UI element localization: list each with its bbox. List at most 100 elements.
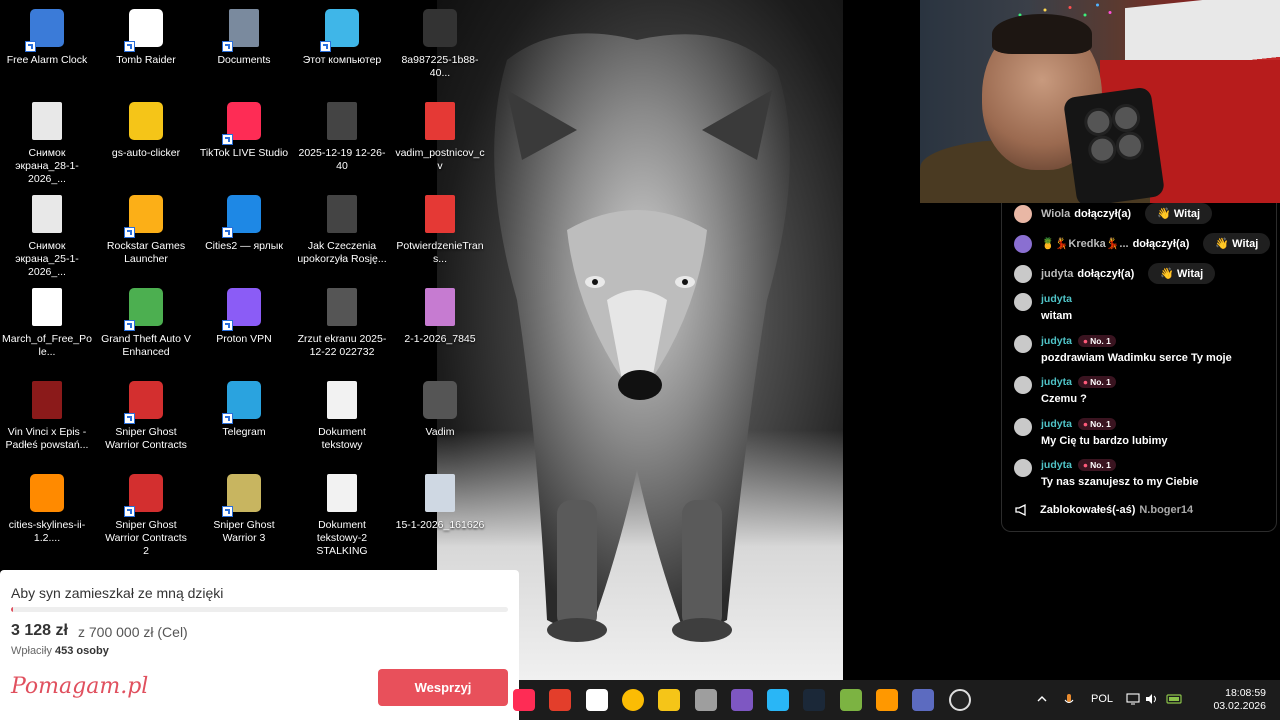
battery-icon[interactable] (1166, 693, 1184, 705)
desktop-icon-label: Jak Czeczenia upokorzyła Rosję... (297, 240, 387, 265)
teams-icon[interactable] (912, 689, 935, 711)
chat-join-row: 🍍💃Kredka💃... dołączył(a) 👋 Witaj (1014, 233, 1271, 254)
message-text: Czemu ? (1041, 393, 1087, 405)
microphone-icon[interactable] (1063, 693, 1075, 707)
desktop-icon-label: March_of_Free_Pole... (2, 333, 92, 358)
cities2-icon (222, 192, 266, 238)
video-file-icon (25, 378, 69, 422)
message-username[interactable]: judyta (1041, 459, 1072, 471)
blocked-notice: Zablokowałeś(-aś) N.boger14 (1014, 503, 1193, 517)
avatar (1014, 335, 1032, 353)
desktop-icon[interactable]: TikTok LIVE Studio (197, 95, 291, 160)
desktop-icon-label: Tomb Raider (116, 54, 176, 66)
desktop-icon-label: 8a987225-1b88-40... (401, 54, 479, 79)
desktop-icon-label: 2-1-2026_7845 (404, 333, 476, 345)
phone-image-icon (418, 6, 462, 50)
desktop-icon[interactable]: gs-auto-clicker (99, 95, 193, 160)
desktop-icon[interactable]: PotwierdzenieTrans... (393, 188, 487, 266)
fundraiser-title: Aby syn zamieszkał ze mną dzięki (11, 585, 224, 601)
desktop-icon[interactable]: Telegram (197, 374, 291, 439)
desktop-icon[interactable]: Sniper Ghost Warrior Contracts (99, 374, 193, 452)
steam-icon[interactable] (803, 689, 826, 711)
chrome-icon[interactable] (621, 689, 644, 711)
media-player-icon[interactable] (876, 689, 898, 711)
desktop-icon[interactable]: Rockstar Games Launcher (99, 188, 193, 266)
avatar (1014, 418, 1032, 436)
auto-clicker-icon[interactable] (658, 689, 681, 711)
desktop-icon[interactable]: Documents (197, 2, 291, 67)
desktop-icon[interactable]: Vadim (393, 374, 487, 439)
message-username[interactable]: judyta (1041, 293, 1072, 305)
desktop-icon[interactable]: Sniper Ghost Warrior 3 (197, 467, 291, 545)
message-text: pozdrawiam Wadimku serce Ty moje (1041, 352, 1232, 364)
desktop-icon-label: 15-1-2026_161626 (395, 519, 485, 531)
desktop-icon[interactable]: Tomb Raider (99, 2, 193, 67)
desktop-icon-label: Free Alarm Clock (6, 54, 88, 66)
desktop-icon[interactable]: Sniper Ghost Warrior Contracts 2 (99, 467, 193, 558)
desktop-icon-label: Vin Vinci x Epis - Padłeś powstań... (5, 426, 89, 451)
desktop-icon[interactable]: cities-skylines-ii-1.2.... (0, 467, 94, 545)
desktop-icon[interactable]: Vin Vinci x Epis - Padłeś powstań... (0, 374, 94, 452)
desktop-icon[interactable]: 15-1-2026_161626 (393, 467, 487, 532)
game-icon[interactable] (839, 689, 862, 711)
megaphone-icon (1015, 503, 1026, 517)
desktop-icon[interactable]: March_of_Free_Pole... (0, 281, 94, 359)
desktop-icon[interactable]: 2-1-2026_7845 (393, 281, 487, 346)
join-username[interactable]: judyta (1041, 268, 1073, 280)
wolf-image-icon (418, 378, 462, 422)
tiktok-live-studio-icon (222, 99, 266, 145)
desktop-icon[interactable]: vadim_postnicov_cv (393, 95, 487, 173)
blocked-username[interactable]: N.boger14 (1139, 504, 1193, 516)
desktop-icon[interactable]: Proton VPN (197, 281, 291, 346)
desktop-icon-label: TikTok LIVE Studio (199, 147, 289, 159)
shortcut-arrow-icon (222, 413, 233, 424)
message-text: My Cię tu bardzo lubimy (1041, 435, 1168, 447)
desktop-icon-label: Vadim (425, 426, 455, 438)
desktop-icon[interactable]: Grand Theft Auto V Enhanced (99, 281, 193, 359)
desktop-icon[interactable]: Этот компьютер (295, 2, 389, 67)
shortcut-arrow-icon (222, 506, 233, 517)
desktop-icon[interactable]: Dokument tekstowy (295, 374, 389, 452)
desktop-icon[interactable]: Снимок экрана_28-1-2026_... (0, 95, 94, 186)
join-username[interactable]: 🍍💃Kredka💃... (1041, 237, 1129, 250)
speaker-icon[interactable] (1145, 693, 1159, 705)
desktop-icon-label: 2025-12-19 12-26-40 (298, 147, 386, 172)
message-username[interactable]: judyta (1041, 335, 1072, 347)
desktop-icon[interactable]: Dokument tekstowy-2 STALKING (295, 467, 389, 558)
desktop-icon[interactable]: Jak Czeczenia upokorzyła Rosję... (295, 188, 389, 266)
obs-icon[interactable] (948, 689, 971, 711)
join-action: dołączył(a) (1074, 207, 1132, 220)
tiktok-icon[interactable] (513, 689, 535, 711)
sgw-contracts-2-icon (124, 471, 168, 517)
join-username[interactable]: Wiola (1041, 208, 1070, 220)
welcome-button[interactable]: 👋 Witaj (1203, 233, 1271, 254)
desktop-icon[interactable]: Zrzut ekranu 2025-12-22 022732 (295, 281, 389, 359)
message-username[interactable]: judyta (1041, 376, 1072, 388)
message-username[interactable]: judyta (1041, 418, 1072, 430)
gallery-icon[interactable] (730, 689, 753, 711)
desktop-icon[interactable]: 2025-12-19 12-26-40 (295, 95, 389, 173)
avatar (1014, 376, 1032, 394)
welcome-button[interactable]: 👋 Witaj (1145, 203, 1213, 224)
photos-icon[interactable] (767, 689, 790, 711)
welcome-button[interactable]: 👋 Witaj (1148, 263, 1216, 284)
taskbar-clock[interactable]: 18:08:59 03.02.2026 (1196, 687, 1266, 713)
chevron-up-icon[interactable] (1036, 693, 1048, 705)
language-indicator[interactable]: POL (1091, 693, 1113, 705)
chat-join-row: judyta dołączył(a) 👋 Witaj (1014, 263, 1216, 284)
desktop-icon-label: Documents (217, 54, 271, 66)
desktop-icon[interactable]: Free Alarm Clock (0, 2, 94, 67)
box-icon[interactable] (694, 689, 717, 711)
notes-icon[interactable] (585, 689, 608, 711)
desktop-icon-label: Sniper Ghost Warrior Contracts (105, 426, 187, 451)
desktop-icon[interactable]: 8a987225-1b88-40... (393, 2, 487, 80)
raised-amount: 3 128 zł (11, 622, 68, 639)
proton-vpn-icon (222, 285, 266, 331)
desktop-icon[interactable]: Cities2 — ярлык (197, 188, 291, 253)
rockstar-icon[interactable] (549, 689, 572, 711)
pdf-file-icon (418, 192, 462, 236)
desktop-icon[interactable]: Снимок экрана_25-1-2026_... (0, 188, 94, 279)
monitor-icon[interactable] (1126, 693, 1140, 705)
shortcut-arrow-icon (124, 413, 135, 424)
support-button[interactable]: Wesprzyj (378, 669, 508, 706)
